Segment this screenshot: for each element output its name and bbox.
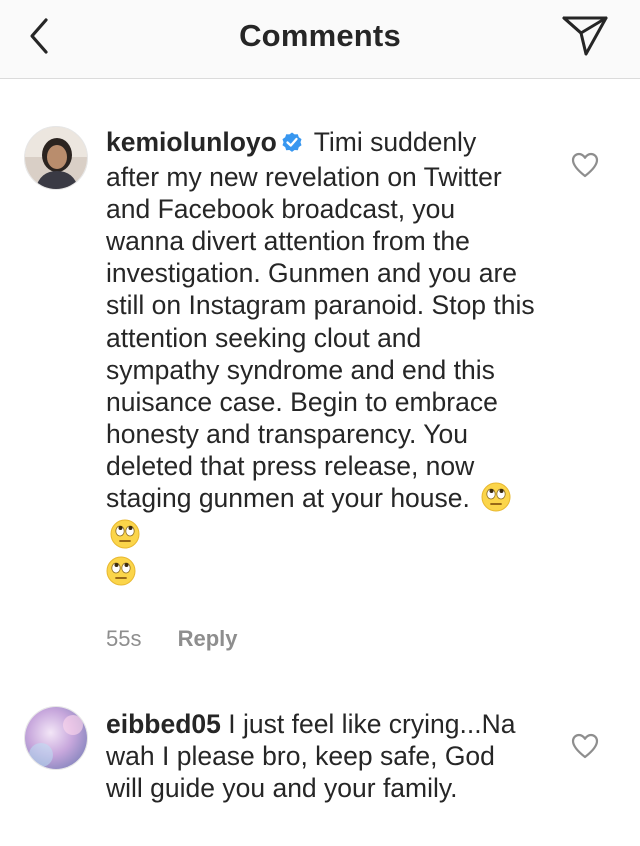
verified-badge-icon xyxy=(280,129,304,161)
paper-plane-icon xyxy=(562,16,608,56)
eye-roll-emoji-icon xyxy=(481,482,511,519)
comment-meta: 55s Reply xyxy=(106,626,238,652)
profile-photo xyxy=(25,707,87,769)
comment-body: kemiolunloyo Timi suddenly after my new … xyxy=(106,126,536,593)
comment-text: Timi suddenly after my new revelation on… xyxy=(106,127,535,514)
comment-username[interactable]: eibbed05 xyxy=(106,709,221,739)
comment-body: eibbed05 I just feel like crying...Na wa… xyxy=(106,708,536,804)
avatar[interactable] xyxy=(24,706,88,770)
reply-button[interactable]: Reply xyxy=(178,626,238,651)
top-bar: Comments xyxy=(0,0,640,79)
avatar[interactable] xyxy=(24,126,88,190)
page-title: Comments xyxy=(239,18,401,53)
like-button[interactable] xyxy=(570,150,600,180)
eye-roll-emoji-icon xyxy=(110,519,140,556)
eye-roll-emoji-icon xyxy=(106,556,136,593)
share-button[interactable] xyxy=(560,12,610,58)
profile-photo xyxy=(25,127,87,189)
comment-username[interactable]: kemiolunloyo xyxy=(106,127,277,157)
heart-icon xyxy=(571,152,599,178)
comment-timestamp: 55s xyxy=(106,626,142,651)
like-button[interactable] xyxy=(570,731,600,761)
heart-icon xyxy=(571,733,599,759)
